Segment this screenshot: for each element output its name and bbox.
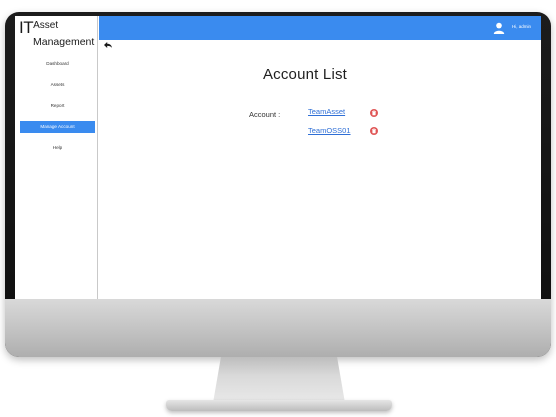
screen: ITAsset Management Dashboard Assets Repo… [15, 16, 541, 299]
app-logo: ITAsset Management [19, 19, 94, 48]
sidebar-item-assets[interactable]: Assets [20, 79, 95, 91]
back-arrow-icon[interactable] [104, 42, 112, 48]
sidebar-item-dashboard[interactable]: Dashboard [20, 58, 95, 70]
account-link-teamoss01[interactable]: TeamOSS01 [308, 126, 351, 135]
monitor-base [166, 400, 392, 411]
page-title: Account List [262, 66, 348, 83]
logo-it: IT [19, 18, 34, 37]
sidebar-item-help[interactable]: Help [20, 142, 95, 154]
top-bar: Hi, admin [99, 16, 541, 40]
sidebar-item-manage-account[interactable]: Manage Account [20, 121, 95, 133]
monitor-stand [213, 357, 345, 403]
delete-icon[interactable] [370, 127, 378, 135]
user-greeting: Hi, admin [511, 24, 531, 29]
user-icon[interactable] [493, 22, 505, 34]
account-link-teamasset[interactable]: TeamAsset [308, 107, 345, 116]
sidebar-nav: Dashboard Assets Report Manage Account H… [20, 58, 95, 163]
sidebar: ITAsset Management Dashboard Assets Repo… [15, 16, 98, 299]
monitor-chin [5, 299, 551, 357]
account-label: Account : [249, 110, 281, 119]
logo-asset: Asset [33, 20, 59, 31]
sidebar-item-report[interactable]: Report [20, 100, 95, 112]
logo-management: Management [33, 36, 95, 48]
delete-icon[interactable] [370, 109, 378, 117]
